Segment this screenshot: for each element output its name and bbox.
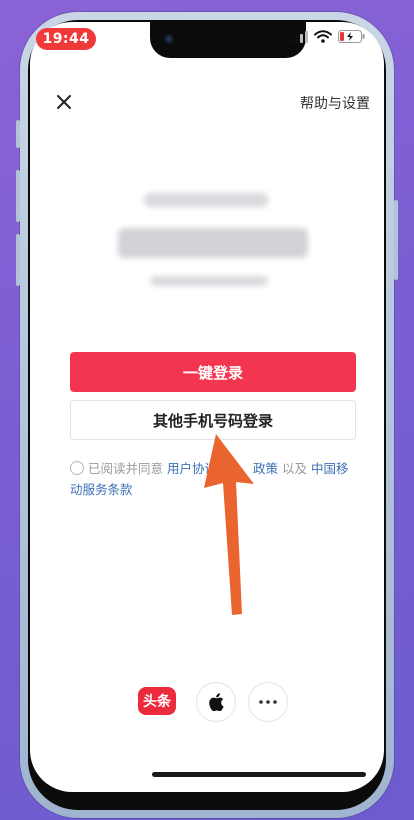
status-time: 19:44 [36, 28, 96, 50]
apple-login-button[interactable] [196, 682, 236, 722]
help-settings-link[interactable]: 帮助与设置 [300, 93, 370, 113]
agreement-checkbox[interactable] [70, 461, 84, 475]
annotation-arrow-icon [204, 434, 254, 615]
blurred-carrier-label [144, 193, 268, 207]
phone-side-button [16, 120, 20, 148]
toutiao-login-button[interactable]: 头条 [138, 687, 176, 715]
battery-icon [338, 30, 365, 43]
wifi-icon [314, 30, 332, 43]
home-indicator [152, 772, 366, 777]
camera [164, 34, 174, 44]
phone-volume-down [16, 234, 20, 286]
notch [150, 22, 306, 58]
third-party-login: 头条 [138, 682, 298, 722]
blurred-auth-provider [150, 276, 268, 286]
phone-volume-up [16, 170, 20, 222]
status-icons [290, 30, 366, 43]
signal-icon [290, 30, 308, 43]
more-dots-icon [259, 700, 277, 704]
close-icon[interactable] [52, 90, 76, 114]
agreement-prefix: 已阅读并同意 [88, 461, 167, 476]
blurred-phone-number [118, 228, 308, 258]
more-login-button[interactable] [248, 682, 288, 722]
phone-power-button [394, 200, 398, 280]
one-click-login-button[interactable]: 一键登录 [70, 352, 356, 392]
agreement-and: 以及 [278, 461, 311, 476]
apple-icon [209, 693, 224, 711]
